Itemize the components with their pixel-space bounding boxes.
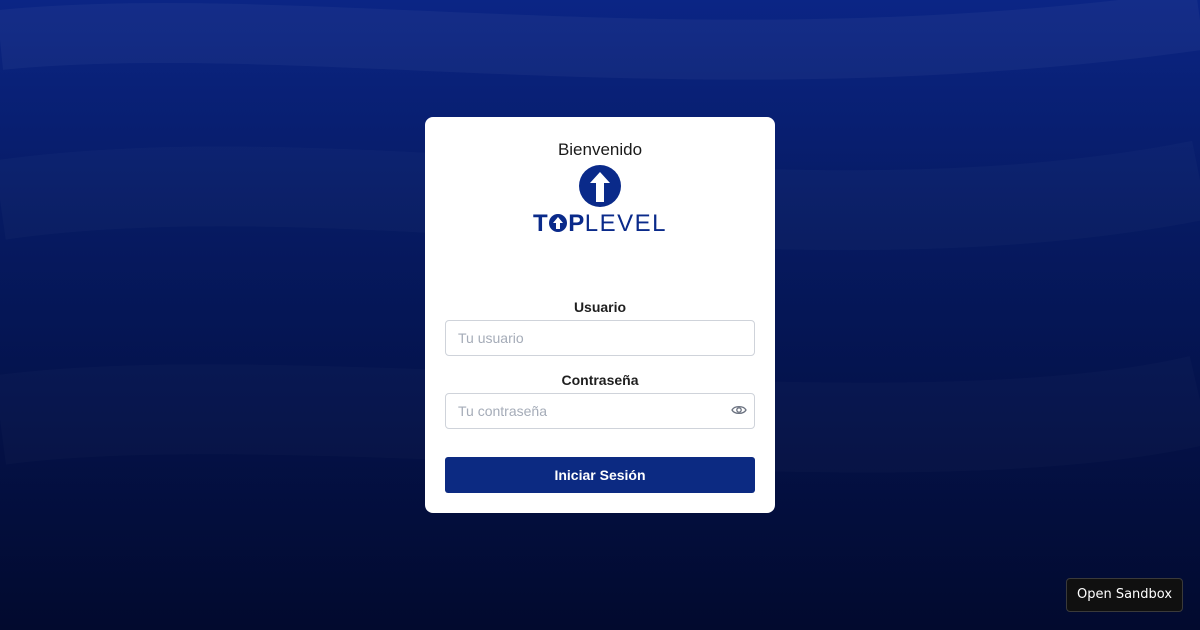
welcome-heading: Bienvenido <box>557 140 643 159</box>
brand-logo: T PLEVEL <box>425 209 775 239</box>
login-card: Bienvenido TPLEVEL Usuario Contraseña In… <box>425 117 775 513</box>
logo-word-level: LEVEL <box>584 210 667 237</box>
username-label: Usuario <box>573 299 627 315</box>
password-input[interactable] <box>445 393 755 429</box>
logo-letter-t: T <box>533 210 549 237</box>
eye-icon[interactable] <box>731 404 747 416</box>
password-label: Contraseña <box>561 372 639 388</box>
open-sandbox-button[interactable]: Open Sandbox <box>1066 578 1183 612</box>
username-input[interactable] <box>445 320 755 356</box>
logo-letter-p: P <box>568 210 585 237</box>
login-button[interactable]: Iniciar Sesión <box>445 457 755 493</box>
logo-arrow-icon <box>579 165 621 207</box>
logo-o-arrow-icon <box>549 214 568 232</box>
